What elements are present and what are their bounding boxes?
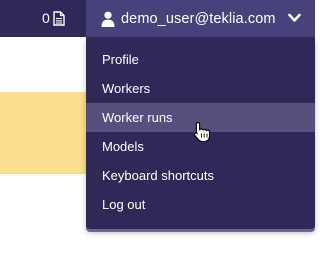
menu-item-keyboard-shortcuts[interactable]: Keyboard shortcuts — [86, 161, 315, 190]
menu-item-profile[interactable]: Profile — [86, 45, 315, 74]
document-icon — [53, 10, 65, 26]
menu-item-log-out[interactable]: Log out — [86, 190, 315, 219]
top-navbar: 0 demo_user@teklia.com — [0, 0, 315, 37]
chevron-down-icon — [288, 13, 301, 22]
user-email: demo_user@teklia.com — [121, 10, 276, 27]
document-count-value: 0 — [42, 10, 50, 26]
menu-item-workers[interactable]: Workers — [86, 74, 315, 103]
hand-pointer-cursor-icon — [193, 121, 211, 143]
highlighted-row-background — [0, 92, 86, 174]
document-count[interactable]: 0 — [42, 9, 65, 27]
user-icon — [101, 11, 115, 27]
user-menu-toggle[interactable]: demo_user@teklia.com — [86, 0, 315, 37]
